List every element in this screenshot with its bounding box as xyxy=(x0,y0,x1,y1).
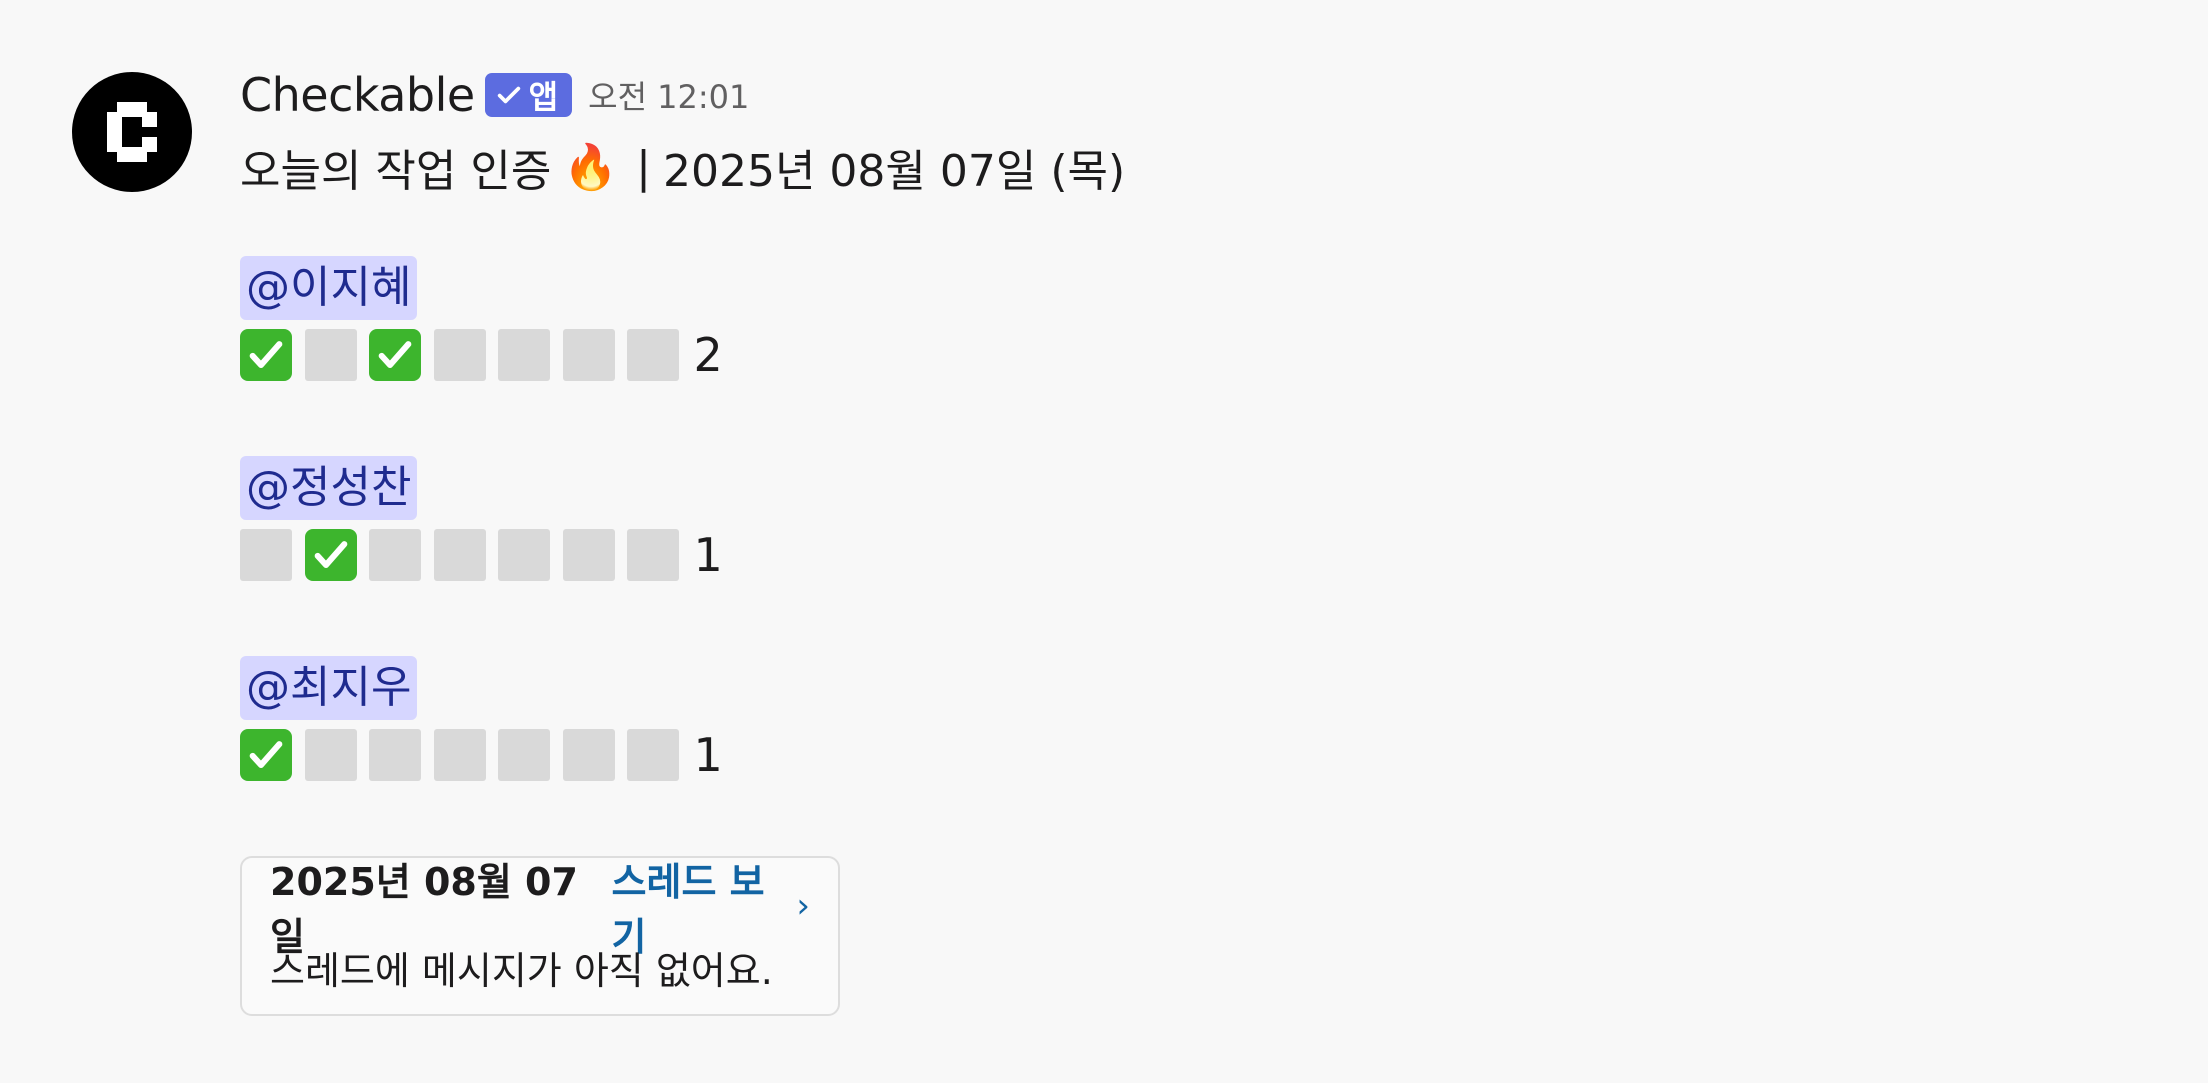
empty-box-icon xyxy=(562,329,615,381)
checked-box-icon xyxy=(304,529,357,581)
check-count: 2 xyxy=(693,328,723,382)
empty-box-icon xyxy=(498,329,550,381)
thread-empty-message: 스레드에 메시지가 아직 없어요. xyxy=(270,949,773,993)
empty-box-icon xyxy=(433,729,486,781)
day-checklist: 2 xyxy=(240,326,2140,384)
empty-box-icon xyxy=(562,529,615,581)
user-mention[interactable]: @최지우 xyxy=(240,656,418,720)
user-list: @이지혜 2 @정성찬 1 @최지우 1 xyxy=(240,256,2140,784)
timestamp[interactable]: 오전 12:01 xyxy=(588,72,749,118)
empty-box-icon xyxy=(498,729,550,781)
empty-box-icon xyxy=(433,529,486,581)
title-date: 2025년 08월 07일 (목) xyxy=(662,146,1126,197)
user-block: @정성찬 1 xyxy=(240,456,2140,584)
empty-box-icon xyxy=(433,329,486,381)
chevron-right-icon: › xyxy=(796,886,810,926)
sender-name[interactable]: Checkable xyxy=(240,68,475,122)
user-mention[interactable]: @이지혜 xyxy=(240,256,418,320)
app-badge-label: 앱 xyxy=(528,78,559,116)
user-block: @최지우 1 xyxy=(240,656,2140,784)
message-header: Checkable 앱 오전 12:01 xyxy=(240,62,2140,128)
empty-box-icon xyxy=(627,529,679,581)
thread-header: 2025년 08월 07일 스레드 보기 › xyxy=(270,860,810,959)
user-mention[interactable]: @정성찬 xyxy=(240,456,418,520)
day-checklist: 1 xyxy=(240,726,2140,784)
message-title: 오늘의 작업 인증 🔥 | 2025년 08월 07일 (목) xyxy=(240,134,2140,200)
empty-box-icon xyxy=(627,729,679,781)
empty-box-icon xyxy=(240,529,292,581)
message: Checkable 앱 오전 12:01 오늘의 작업 인증 🔥 | 2025년… xyxy=(0,0,2208,1083)
empty-box-icon xyxy=(369,729,421,781)
check-icon xyxy=(497,86,520,104)
empty-box-icon xyxy=(304,729,357,781)
checked-box-icon xyxy=(240,329,292,381)
avatar[interactable] xyxy=(72,72,192,192)
message-content: Checkable 앱 오전 12:01 오늘의 작업 인증 🔥 | 2025년… xyxy=(240,62,2140,1016)
empty-box-icon xyxy=(369,529,421,581)
thread-card[interactable]: 2025년 08월 07일 스레드 보기 › 스레드에 메시지가 아직 없어요. xyxy=(240,856,840,1016)
app-badge: 앱 xyxy=(484,73,573,117)
empty-box-icon xyxy=(627,329,679,381)
empty-box-icon xyxy=(304,329,357,381)
check-count: 1 xyxy=(693,728,723,782)
checked-box-icon xyxy=(369,329,421,381)
empty-box-icon xyxy=(562,729,615,781)
user-block: @이지혜 2 xyxy=(240,256,2140,384)
empty-box-icon xyxy=(498,529,550,581)
check-count: 1 xyxy=(693,528,723,582)
title-separator: | xyxy=(636,141,651,193)
title-text: 오늘의 작업 인증 xyxy=(240,146,552,197)
checked-box-icon xyxy=(240,729,292,781)
checkable-logo-icon xyxy=(107,102,157,162)
day-checklist: 1 xyxy=(240,526,2140,584)
fire-icon: 🔥 xyxy=(563,142,619,193)
